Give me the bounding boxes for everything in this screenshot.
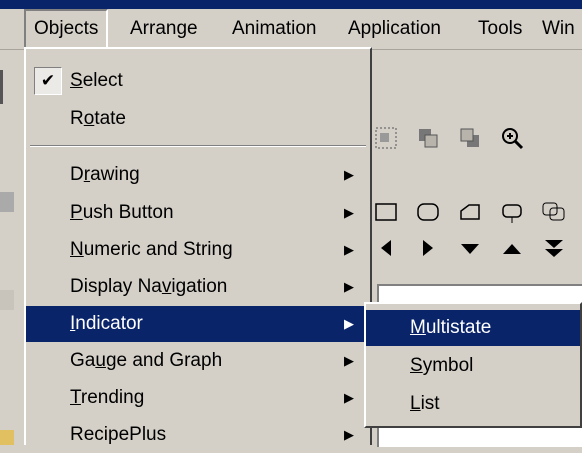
menu-item-label: Drawing — [70, 164, 140, 185]
double-arrow-down-icon[interactable] — [538, 232, 570, 264]
submenu-arrow-icon: ▶ — [344, 279, 354, 294]
navigation-toolbar — [370, 228, 580, 268]
back-icon[interactable] — [454, 122, 486, 154]
menu-bar: Objects Arrange Animation Application To… — [0, 9, 582, 50]
menu-item-trending[interactable]: Trending ▶ — [26, 380, 370, 416]
objects-menu: ✔ Select Rotate Drawing ▶ Push Button ▶ Nu… — [24, 47, 372, 445]
rectangle-tool-icon[interactable] — [370, 196, 402, 228]
menu-objects[interactable]: Objects — [24, 9, 109, 49]
menu-item-push-button[interactable]: Push Button ▶ — [26, 195, 370, 231]
submenu-arrow-icon: ▶ — [344, 242, 354, 257]
menu-item-label: Indicator — [70, 313, 143, 334]
button-tool-icon[interactable] — [496, 196, 528, 228]
menu-window[interactable]: Win — [534, 9, 582, 49]
arrange-toolbar — [370, 118, 538, 158]
left-edge-fragment — [0, 290, 14, 310]
menu-item-label: Push Button — [70, 202, 174, 223]
submenu-arrow-icon: ▶ — [344, 353, 354, 368]
menu-item-label: Numeric and String — [70, 239, 233, 260]
menu-item-recipeplus[interactable]: RecipePlus ▶ — [26, 417, 370, 453]
submenu-item-label: Multistate — [410, 317, 492, 338]
group-icon[interactable] — [370, 122, 402, 154]
submenu-item-label: Symbol — [410, 355, 474, 376]
submenu-item-symbol[interactable]: Symbol — [366, 348, 580, 384]
indicator-submenu: Multistate Symbol List — [364, 302, 582, 428]
menu-item-label: Rotate — [70, 108, 127, 129]
menu-separator — [30, 145, 366, 147]
menu-application[interactable]: Application — [340, 9, 449, 49]
menu-item-drawing[interactable]: Drawing ▶ — [26, 157, 370, 193]
menu-animation[interactable]: Animation — [224, 9, 325, 49]
menu-item-label: Display Navigation — [70, 276, 228, 297]
menu-item-gauge-and-graph[interactable]: Gauge and Graph ▶ — [26, 343, 370, 379]
submenu-item-multistate[interactable]: Multistate — [366, 310, 580, 346]
submenu-arrow-icon: ▶ — [344, 427, 354, 442]
arrow-left-icon[interactable] — [370, 232, 402, 264]
submenu-item-list[interactable]: List — [366, 386, 580, 422]
menu-item-numeric-and-string[interactable]: Numeric and String ▶ — [26, 232, 370, 268]
arrow-up-icon[interactable] — [496, 232, 528, 264]
menu-item-select[interactable]: ✔ Select — [26, 63, 370, 99]
submenu-item-label: List — [410, 393, 440, 414]
menu-item-label: Trending — [70, 387, 145, 408]
menu-item-label: RecipePlus — [70, 424, 167, 445]
menu-item-label: Gauge and Graph — [70, 350, 223, 371]
left-edge-fragment — [0, 430, 14, 445]
front-icon[interactable] — [412, 122, 444, 154]
menu-tools[interactable]: Tools — [470, 9, 530, 49]
menu-item-indicator[interactable]: Indicator ▶ — [26, 306, 370, 342]
title-bar-strip — [0, 0, 582, 9]
menu-arrange[interactable]: Arrange — [122, 9, 206, 49]
left-edge-toolbar-grip — [0, 70, 17, 104]
checkmark-icon: ✔ — [34, 67, 62, 95]
submenu-arrow-icon: ▶ — [344, 205, 354, 220]
arrow-right-icon[interactable] — [412, 232, 444, 264]
drawing-toolbar — [370, 192, 580, 232]
rounded-rect-tool-icon[interactable] — [412, 196, 444, 228]
multi-button-tool-icon[interactable] — [538, 196, 570, 228]
polygon-tool-icon[interactable] — [454, 196, 486, 228]
submenu-arrow-icon: ▶ — [344, 316, 354, 331]
menu-item-rotate[interactable]: Rotate — [26, 101, 370, 137]
menu-item-label: Select — [70, 70, 123, 91]
arrow-down-icon[interactable] — [454, 232, 486, 264]
submenu-arrow-icon: ▶ — [344, 167, 354, 182]
zoom-icon[interactable] — [496, 122, 528, 154]
submenu-arrow-icon: ▶ — [344, 390, 354, 405]
menu-item-display-navigation[interactable]: Display Navigation ▶ — [26, 269, 370, 305]
left-edge-fragment — [0, 192, 14, 212]
